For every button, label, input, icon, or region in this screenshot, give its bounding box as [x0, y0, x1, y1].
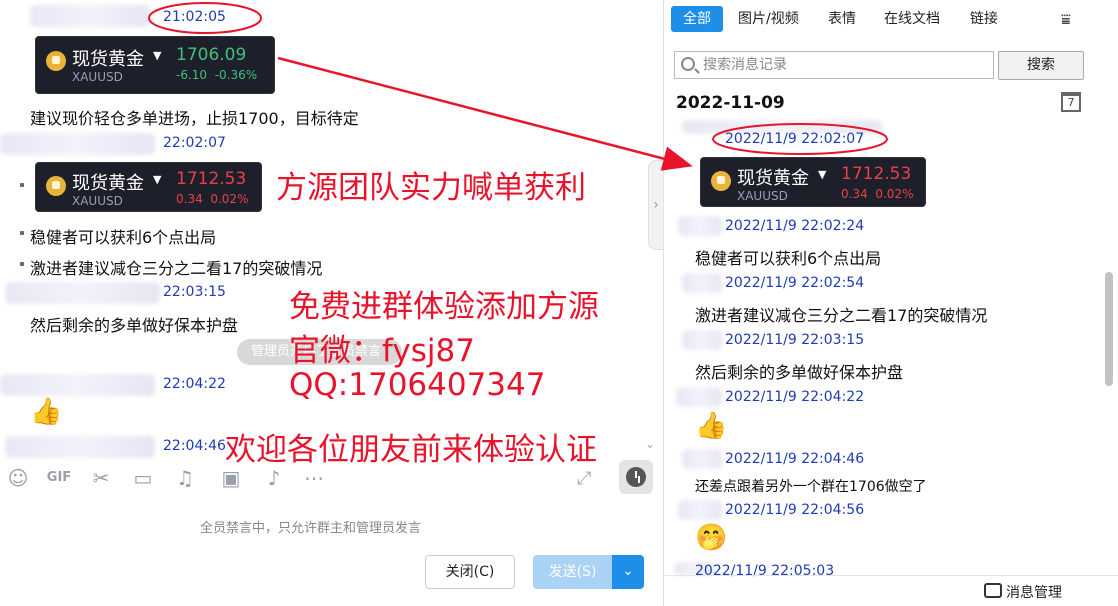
quote-symbol: XAUUSD: [737, 189, 788, 203]
scissors-icon[interactable]: ✂: [87, 463, 115, 493]
gold-quote-card[interactable]: 现货黄金 ▼ XAUUSD 1712.53 0.34 0.02%: [35, 162, 262, 212]
gold-coin-icon: [46, 176, 66, 196]
history-timestamp: 2022/11/9 22:02:24: [725, 218, 865, 234]
quote-price: 1712.53: [176, 169, 247, 189]
tab-emoji[interactable]: 表情: [828, 6, 856, 32]
chat-message: 激进者建议减仓三分之二看17的突破情况: [30, 259, 323, 278]
scroll-down-icon[interactable]: ⌄: [645, 437, 655, 451]
history-timestamp: 2022/11/9 22:04:56: [725, 502, 865, 518]
overlay-text: 免费进群体验添加方源: [289, 289, 599, 325]
thumbs-up-emoji: 👍: [695, 411, 728, 441]
caret-down-icon: ▼: [153, 173, 162, 186]
calendar-icon[interactable]: 7: [1061, 92, 1081, 112]
bullet: [20, 231, 24, 235]
blurred-avatar: [682, 330, 722, 350]
history-timestamp: 2022/11/9 22:03:15: [725, 332, 865, 348]
close-button[interactable]: 关闭(C): [425, 555, 515, 589]
history-footer: 消息管理: [664, 575, 1118, 606]
emoji-icon[interactable]: ☺: [4, 463, 32, 493]
history-message: 还差点跟着另外一个群在1706做空了: [695, 479, 927, 495]
panel-collapse-chevron-icon[interactable]: ›: [648, 160, 664, 250]
tab-docs[interactable]: 在线文档: [884, 6, 940, 32]
caret-down-icon: ▼: [818, 168, 827, 181]
gif-icon[interactable]: GIF: [45, 463, 73, 493]
quote-name: 现货黄金: [72, 49, 144, 70]
blurred-sender: [5, 282, 160, 304]
message-timestamp: 21:02:05: [163, 9, 226, 25]
history-timestamp: 2022/11/9 22:02:07: [725, 131, 865, 147]
send-options-chevron-icon[interactable]: ⌄: [612, 555, 644, 589]
quote-name: 现货黄金: [737, 168, 809, 189]
history-clock-icon[interactable]: [619, 460, 653, 494]
quote-change: 0.34 0.02%: [176, 192, 249, 206]
history-timestamp: 2022/11/9 22:04:22: [725, 389, 865, 405]
date-header: 2022-11-09: [676, 93, 785, 113]
blurred-avatar: [678, 216, 722, 236]
tab-links[interactable]: 链接: [970, 6, 998, 32]
blurred-sender: [0, 374, 155, 396]
expand-icon[interactable]: ⤢: [577, 468, 591, 489]
message-timestamp: 22:04:22: [163, 376, 226, 392]
bullet: [20, 262, 24, 266]
filter-icon[interactable]: ⩸: [1061, 10, 1071, 30]
blurred-avatar: [682, 449, 722, 469]
blurred-sender: [0, 133, 155, 155]
history-message: 激进者建议减仓三分之二看17的突破情况: [695, 306, 988, 325]
search-icon: [681, 57, 695, 71]
blurred-avatar: [682, 273, 722, 293]
quote-name: 现货黄金: [72, 173, 144, 194]
overlay-text: QQ:1706407347: [289, 367, 546, 403]
message-manage-icon: [984, 583, 1002, 598]
send-button[interactable]: 发送(S): [533, 555, 612, 589]
chat-window: 21:02:05 现货黄金 ▼ XAUUSD 1706.09 -6.10 -0.…: [0, 0, 1118, 606]
yawning-face-emoji: 🤭: [695, 523, 728, 553]
thumbs-up-emoji: 👍: [30, 397, 63, 427]
history-message: 然后剩余的多单做好保本护盘: [695, 363, 904, 382]
history-tabs: 全部 图片/视频 表情 在线文档 链接: [664, 6, 1118, 32]
gold-quote-card[interactable]: 现货黄金 ▼ XAUUSD 1706.09 -6.10 -0.36%: [35, 36, 275, 94]
message-timestamp: 22:03:15: [163, 284, 226, 300]
folder-icon[interactable]: ▭: [129, 463, 157, 493]
message-timestamp: 22:04:46: [163, 438, 226, 454]
message-manage-button[interactable]: 消息管理: [1006, 582, 1062, 602]
quote-price: 1712.53: [841, 164, 912, 184]
gold-quote-card[interactable]: 现货黄金 ▼ XAUUSD 1712.53 0.34 0.02%: [700, 157, 926, 207]
more-icon[interactable]: ⋯: [300, 463, 328, 493]
composer-toolbar: ☺ GIF ✂ ▭ ♫ ▣ ♪ ⋯: [0, 463, 663, 497]
chat-panel: 21:02:05 现货黄金 ▼ XAUUSD 1706.09 -6.10 -0.…: [0, 0, 664, 606]
caret-down-icon: ▼: [153, 49, 162, 62]
overlay-text: 官微：fysj87: [289, 333, 475, 369]
chat-message: 然后剩余的多单做好保本护盘: [30, 316, 239, 335]
history-timestamp: 2022/11/9 22:02:54: [725, 275, 865, 291]
bell-icon[interactable]: ♪: [260, 463, 288, 493]
blurred-avatar: [676, 387, 722, 407]
history-message: 稳健者可以获利6个点出局: [695, 249, 882, 268]
tab-all[interactable]: 全部: [671, 6, 723, 32]
quote-price: 1706.09: [176, 45, 247, 65]
chat-message: 稳健者可以获利6个点出局: [30, 228, 217, 247]
search-input[interactable]: [703, 54, 988, 76]
history-timestamp: 2022/11/9 22:04:46: [725, 451, 865, 467]
gold-coin-icon: [711, 171, 731, 191]
blurred-sender: [5, 436, 155, 458]
quote-symbol: XAUUSD: [72, 194, 123, 208]
tab-media[interactable]: 图片/视频: [738, 6, 799, 32]
gold-coin-icon: [46, 51, 66, 71]
quote-change: 0.34 0.02%: [841, 187, 914, 201]
image-icon[interactable]: ▣: [217, 463, 245, 493]
quote-symbol: XAUUSD: [72, 70, 123, 84]
search-button[interactable]: 搜索: [998, 51, 1084, 80]
history-panel: 全部 图片/视频 表情 在线文档 链接 ⩸ 搜索 2022-11-09 7 20…: [663, 0, 1118, 606]
search-field[interactable]: [674, 51, 994, 79]
mute-notice: 全员禁言中，只允许群主和管理员发言: [200, 521, 422, 536]
message-timestamp: 22:02:07: [163, 135, 226, 151]
bullet: [20, 183, 24, 187]
chat-message: 建议现价轻仓多单进场，止损1700，目标待定: [30, 109, 359, 128]
music-icon[interactable]: ♫: [171, 463, 199, 493]
quote-change: -6.10 -0.36%: [176, 68, 258, 82]
scrollbar-thumb[interactable]: [1105, 272, 1113, 386]
overlay-text: 方源团队实力喊单获利: [276, 170, 586, 206]
blurred-avatar: [678, 500, 722, 520]
blurred-sender: [30, 5, 150, 27]
